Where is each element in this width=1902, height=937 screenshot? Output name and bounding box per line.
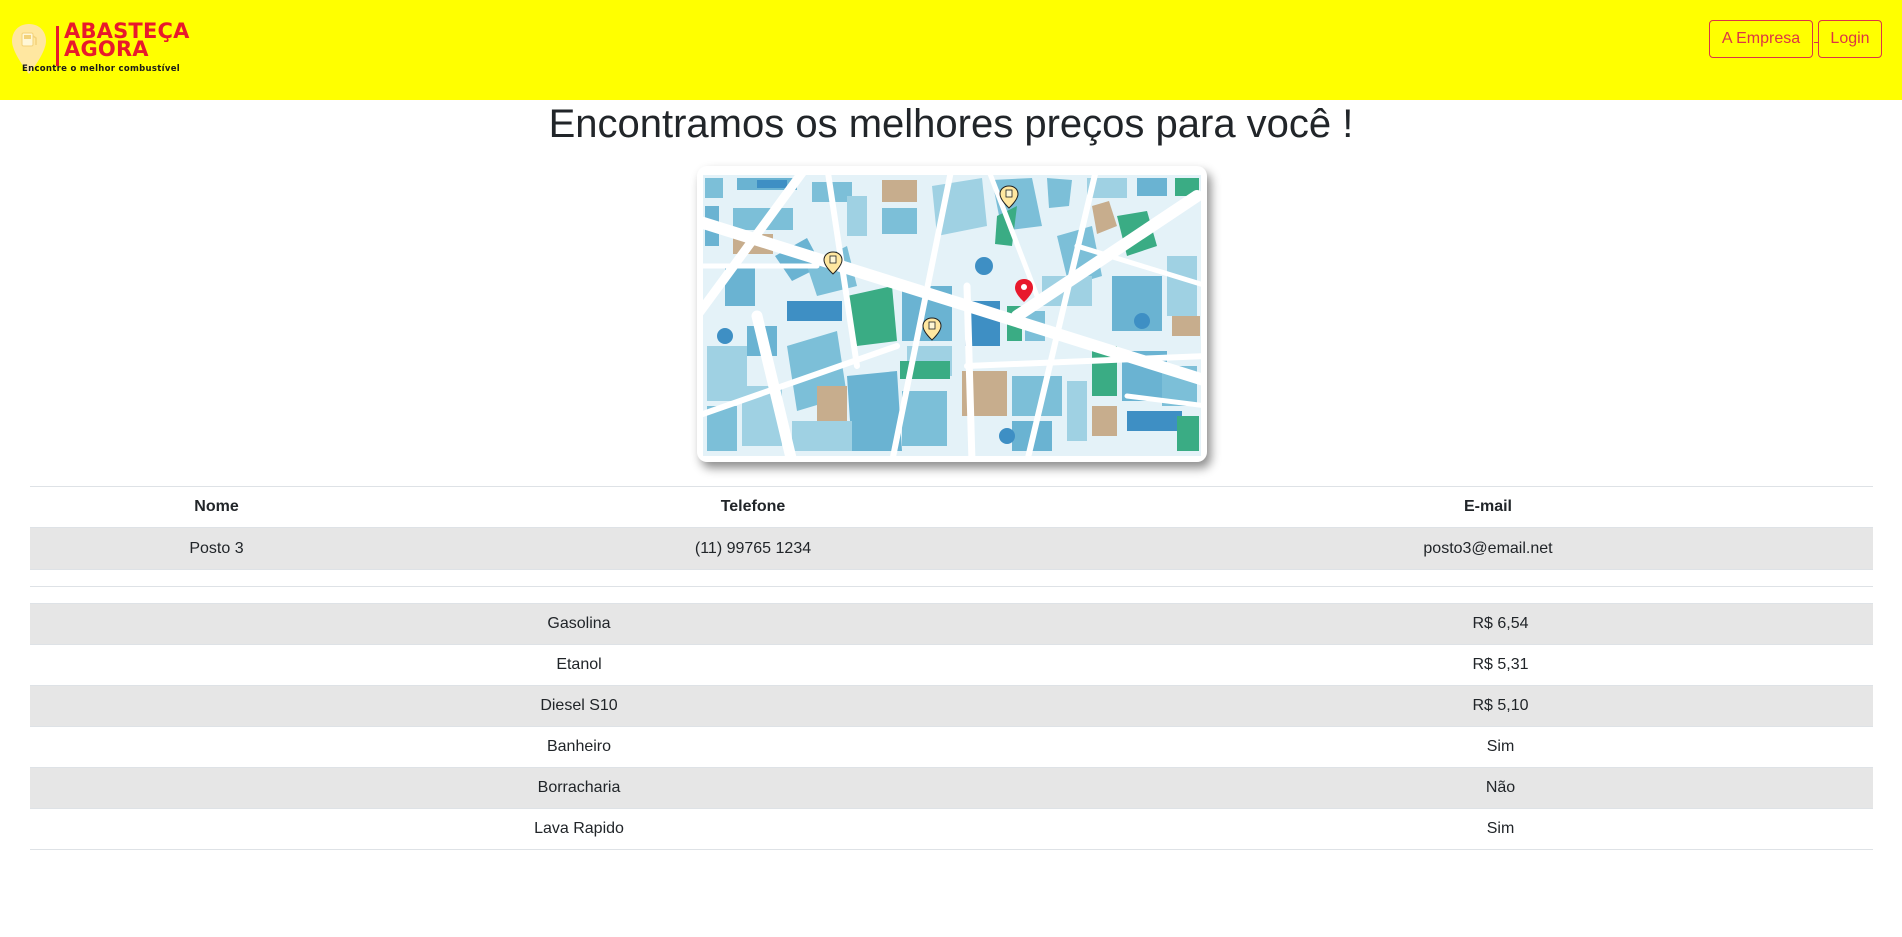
station-phone: (11) 99765 1234 (403, 527, 1103, 570)
amenity-item: Borracharia (30, 767, 1128, 809)
station-email: posto3@email.net (1103, 527, 1873, 570)
city-map-illustration (697, 166, 1207, 462)
table-row: Posto 3 (11) 99765 1234 posto3@email.net (30, 527, 1873, 570)
brand-name: ABASTEÇA AGORA (64, 21, 214, 61)
amenity-value: Sim (1128, 808, 1873, 850)
brand-name-line2: AGORA (64, 37, 149, 61)
table-row: Etanol R$ 5,31 (30, 644, 1873, 686)
station-info-table: Nome Telefone E-mail Posto 3 (11) 99765 … (30, 486, 1873, 570)
table-row: Lava Rapido Sim (30, 808, 1873, 850)
login-button[interactable]: Login (1818, 20, 1882, 58)
table-row: Banheiro Sim (30, 726, 1873, 768)
brand-logo[interactable]: ABASTEÇA AGORA Encontre o melhor combust… (8, 18, 208, 78)
table-row: Borracharia Não (30, 767, 1873, 809)
price-value: R$ 5,31 (1128, 644, 1873, 686)
amenity-value: Sim (1128, 726, 1873, 768)
table-row: Gasolina R$ 6,54 (30, 603, 1873, 645)
top-navbar: ABASTEÇA AGORA Encontre o melhor combust… (0, 0, 1902, 100)
amenity-item: Banheiro (30, 726, 1128, 768)
header-telefone: Telefone (403, 486, 1103, 528)
table-spacer-row (30, 586, 1873, 604)
amenity-value: Não (1128, 767, 1873, 809)
price-item: Etanol (30, 644, 1128, 686)
company-button[interactable]: A Empresa (1709, 20, 1813, 58)
header-email: E-mail (1103, 486, 1873, 528)
price-item: Gasolina (30, 603, 1128, 645)
table-row: Diesel S10 R$ 5,10 (30, 685, 1873, 727)
price-value: R$ 5,10 (1128, 685, 1873, 727)
amenity-item: Lava Rapido (30, 808, 1128, 850)
map-image (697, 166, 1207, 462)
logo-divider (56, 26, 59, 66)
price-value: R$ 6,54 (1128, 603, 1873, 645)
price-item: Diesel S10 (30, 685, 1128, 727)
header-nome: Nome (30, 486, 403, 528)
brand-tagline: Encontre o melhor combustível (22, 64, 180, 74)
prices-table: Gasolina R$ 6,54 Etanol R$ 5,31 Diesel S… (30, 586, 1873, 850)
station-name: Posto 3 (30, 527, 403, 570)
station-table-header: Nome Telefone E-mail (30, 486, 1873, 528)
page-title: Encontramos os melhores preços para você… (548, 102, 1354, 146)
